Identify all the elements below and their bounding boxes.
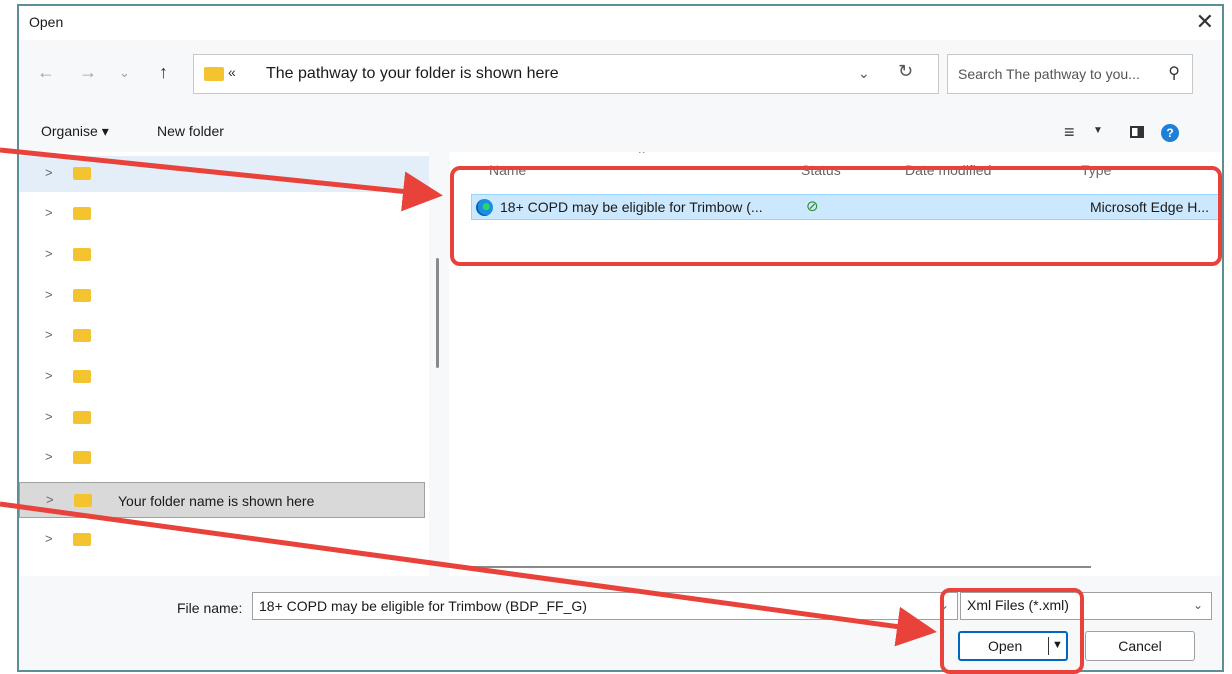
check-circle-icon: ⊘ bbox=[806, 198, 819, 215]
open-file-dialog: Open ✕ ← → ⌄ ↑ « The pathway to your fol… bbox=[17, 4, 1224, 672]
file-row[interactable]: 18+ COPD may be eligible for Trimbow (..… bbox=[471, 194, 1219, 220]
expand-chevron-icon[interactable]: > bbox=[45, 205, 53, 220]
folder-icon bbox=[73, 207, 91, 220]
folder-icon bbox=[204, 67, 224, 81]
file-type-select[interactable]: Xml Files (*.xml) ⌄ bbox=[960, 592, 1212, 620]
preview-pane-icon[interactable] bbox=[1130, 126, 1144, 138]
nav-folder-item[interactable]: > bbox=[19, 400, 429, 436]
navigation-row: ← → ⌄ ↑ « The pathway to your folder is … bbox=[19, 48, 1222, 100]
expand-chevron-icon[interactable]: > bbox=[45, 409, 53, 424]
nav-folder-item[interactable]: > bbox=[19, 359, 429, 395]
help-icon[interactable]: ? bbox=[1161, 124, 1179, 142]
organise-menu-button[interactable]: Organise ▾ bbox=[41, 123, 109, 140]
column-header-name[interactable]: Name bbox=[489, 162, 526, 178]
address-path-text: The pathway to your folder is shown here bbox=[262, 65, 563, 83]
expand-chevron-icon[interactable]: > bbox=[45, 327, 53, 342]
search-box[interactable]: Search The pathway to you... ⚲ bbox=[947, 54, 1193, 94]
folder-icon bbox=[73, 248, 91, 261]
column-header-type[interactable]: Type bbox=[1081, 162, 1111, 178]
address-dropdown-icon[interactable]: ⌄ bbox=[858, 65, 870, 82]
up-arrow-icon[interactable]: ↑ bbox=[159, 62, 168, 83]
search-icon[interactable]: ⚲ bbox=[1168, 63, 1180, 83]
refresh-icon[interactable]: ↻ bbox=[898, 61, 913, 82]
folder-icon bbox=[73, 411, 91, 424]
search-input[interactable]: Search The pathway to you... bbox=[958, 66, 1140, 82]
file-name-field[interactable]: 18+ COPD may be eligible for Trimbow (BD… bbox=[252, 592, 958, 620]
nav-folder-item[interactable]: > bbox=[19, 278, 429, 314]
command-bar: Organise ▾ New folder ≡ ▼ ? bbox=[19, 114, 1222, 152]
file-list-pane: Name ^ Status Date modified Type 18+ COP… bbox=[449, 152, 1222, 576]
folder-icon bbox=[73, 451, 91, 464]
breadcrumb-chevrons[interactable]: « bbox=[228, 64, 236, 80]
column-header-status[interactable]: Status bbox=[801, 162, 841, 178]
folder-icon bbox=[73, 289, 91, 302]
nav-folder-item[interactable]: > bbox=[19, 522, 429, 558]
nav-folder-item[interactable]: > bbox=[19, 156, 429, 192]
recent-locations-chevron-icon[interactable]: ⌄ bbox=[119, 65, 130, 81]
back-arrow-icon[interactable]: ← bbox=[37, 62, 55, 83]
file-list-horizontal-scrollbar[interactable] bbox=[455, 566, 1091, 568]
sort-ascending-icon: ^ bbox=[639, 152, 645, 160]
address-bar[interactable]: « The pathway to your folder is shown he… bbox=[193, 54, 939, 94]
folder-icon bbox=[73, 167, 91, 180]
expand-chevron-icon[interactable]: > bbox=[46, 492, 54, 507]
nav-folder-item[interactable]: > bbox=[19, 237, 429, 273]
open-button-label: Open bbox=[988, 638, 1023, 654]
title-bar: Open ✕ bbox=[19, 6, 1222, 40]
expand-chevron-icon[interactable]: > bbox=[45, 449, 53, 464]
folder-icon bbox=[73, 370, 91, 383]
close-icon[interactable]: ✕ bbox=[1196, 9, 1214, 35]
expand-chevron-icon[interactable]: > bbox=[45, 287, 53, 302]
expand-chevron-icon[interactable]: > bbox=[45, 246, 53, 261]
expand-chevron-icon[interactable]: > bbox=[45, 531, 53, 546]
split-divider bbox=[1048, 637, 1049, 655]
new-folder-button[interactable]: New folder bbox=[157, 123, 224, 139]
expand-chevron-icon[interactable]: > bbox=[45, 368, 53, 383]
file-type-value: Xml Files (*.xml) bbox=[967, 597, 1069, 613]
selected-folder-label: Your folder name is shown here bbox=[118, 493, 315, 509]
file-type-cell: Microsoft Edge H... bbox=[1090, 199, 1210, 215]
view-dropdown-icon[interactable]: ▼ bbox=[1093, 125, 1103, 136]
column-header-date-modified[interactable]: Date modified bbox=[905, 162, 991, 178]
expand-chevron-icon[interactable]: > bbox=[45, 165, 53, 180]
file-name-value[interactable]: 18+ COPD may be eligible for Trimbow (BD… bbox=[259, 598, 587, 614]
view-options-icon[interactable]: ≡ bbox=[1064, 122, 1075, 143]
pane-divider[interactable] bbox=[429, 152, 449, 576]
open-button[interactable]: Open ▼ bbox=[958, 631, 1068, 661]
folder-icon bbox=[73, 533, 91, 546]
cancel-button[interactable]: Cancel bbox=[1085, 631, 1195, 661]
nav-folder-item[interactable]: > bbox=[19, 440, 429, 476]
nav-folder-item[interactable]: > bbox=[19, 318, 429, 354]
file-name-label: File name: bbox=[177, 600, 243, 616]
chevron-down-icon[interactable]: ⌄ bbox=[939, 598, 949, 612]
nav-folder-item[interactable]: > bbox=[19, 196, 429, 232]
dialog-title: Open bbox=[29, 14, 64, 30]
forward-arrow-icon[interactable]: → bbox=[79, 62, 97, 83]
folder-icon bbox=[73, 329, 91, 342]
open-options-dropdown-icon[interactable]: ▼ bbox=[1052, 639, 1063, 651]
nav-pane-scrollbar[interactable] bbox=[436, 258, 439, 368]
navigation-pane: > > > > > > > > > Your folder name is sh… bbox=[19, 152, 429, 576]
edge-browser-icon bbox=[476, 199, 493, 216]
nav-folder-item-selected[interactable]: > Your folder name is shown here bbox=[19, 482, 425, 518]
folder-icon bbox=[74, 494, 92, 507]
chevron-down-icon[interactable]: ⌄ bbox=[1193, 598, 1203, 612]
file-name-cell: 18+ COPD may be eligible for Trimbow (..… bbox=[500, 199, 763, 215]
